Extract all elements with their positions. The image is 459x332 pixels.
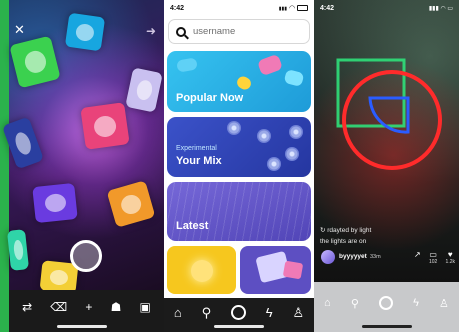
mix-sublabel: Experimental [176,145,217,152]
status-bar: 4:42 ▮▮▮ ◠ [170,3,308,13]
neon-square [336,58,406,128]
person-icon[interactable]: ♙ [292,306,304,319]
close-icon[interactable]: ✕ [14,22,25,38]
sticker-cube [32,182,78,224]
avatar[interactable] [321,250,335,264]
sticker-cube [106,180,156,228]
explore-screen: 4:42 ▮▮▮ ◠ Popular Now Experimental Your… [164,0,314,332]
card-decoration [283,68,305,88]
status-bar: 4:42 ▮▮▮ ◠ ▭ [320,3,453,13]
comment-button[interactable]: ▭ 102 [429,250,437,265]
search-icon[interactable]: ⚲ [351,297,359,310]
camera-icon[interactable] [230,304,246,320]
camera-screen: ✕ ➜ ⇄ ⌫ + ☗ ▣ [0,0,164,332]
reposted-by: ↻ rdayted by light [320,227,372,234]
heart-icon: ♥ [447,250,453,259]
home-icon[interactable]: ⌂ [174,306,182,319]
comment-count: 102 [428,259,438,265]
neon-circle [342,70,442,170]
lightning-icon[interactable]: ϟ [413,297,419,309]
home-icon[interactable]: ⌂ [324,297,331,309]
post-username[interactable]: byyyyyet [339,253,367,260]
post-caption: the lights are on [320,238,367,245]
ghost-icon[interactable]: ☗ [111,301,122,313]
card-decoration [257,129,271,143]
search-icon[interactable]: ⚲ [202,306,212,319]
search-icon [176,26,186,37]
card-decoration [285,147,299,161]
card-decoration [176,57,198,73]
search-input[interactable] [193,26,303,37]
shutter-button[interactable] [70,240,102,272]
sticker-cube [6,229,30,271]
latest-card[interactable]: Latest [167,182,311,241]
explore-tile[interactable] [240,246,311,294]
gallery-icon[interactable]: ▣ [140,301,151,313]
mix-label: Your Mix [176,155,222,167]
tag-icon[interactable]: ⌫ [50,301,67,313]
home-indicator [361,325,412,328]
like-button[interactable]: ♥ 1.2k [446,250,455,265]
status-time: 4:42 [320,4,335,12]
card-decoration [227,121,241,135]
flip-camera-icon[interactable]: ⇄ [22,301,32,313]
card-decoration [267,157,281,171]
add-icon[interactable]: + [85,301,92,313]
share-icon: ↗ [414,250,421,259]
post-screen: 4:42 ▮▮▮ ◠ ▭ ↻ rdayted by light the ligh… [314,0,459,332]
selection-bar [0,0,9,332]
arrow-right-icon[interactable]: ➜ [146,24,156,38]
lightning-icon[interactable]: ϟ [266,306,273,319]
signal-icon: ▮▮▮ [278,6,287,12]
battery-icon [297,5,308,12]
home-indicator [214,325,264,328]
home-indicator [57,325,107,328]
search-bar[interactable] [168,19,310,44]
person-icon[interactable]: ♙ [439,297,449,310]
comment-icon: ▭ [429,250,437,259]
card-decoration [167,182,311,241]
status-icons: ▮▮▮ ◠ [279,4,308,12]
sticker-cube [1,116,45,170]
card-decoration [256,53,284,77]
latest-label: Latest [176,220,209,232]
share-button[interactable]: ↗ [414,250,421,265]
sticker-cube [80,102,130,150]
tile-decoration [282,260,304,280]
post-time: 33m [370,254,381,260]
like-count: 1.2k [445,259,455,265]
status-time: 4:42 [170,4,185,12]
sticker-cube [125,67,163,113]
status-icons: ▮▮▮ ◠ ▭ [428,5,453,12]
card-decoration [234,74,254,92]
post-actions: ↗ ▭ 102 ♥ 1.2k [414,250,455,265]
sticker-cube [64,12,106,52]
popular-now-card[interactable]: Popular Now [167,51,311,112]
your-mix-card[interactable]: Experimental Your Mix [167,117,311,177]
sticker-cube [9,35,61,89]
popular-now-label: Popular Now [176,92,244,104]
card-decoration [289,125,303,139]
camera-icon[interactable] [378,296,393,310]
wifi-icon: ◠ [288,5,296,12]
tile-decoration [191,260,213,282]
explore-tile[interactable] [167,246,236,294]
